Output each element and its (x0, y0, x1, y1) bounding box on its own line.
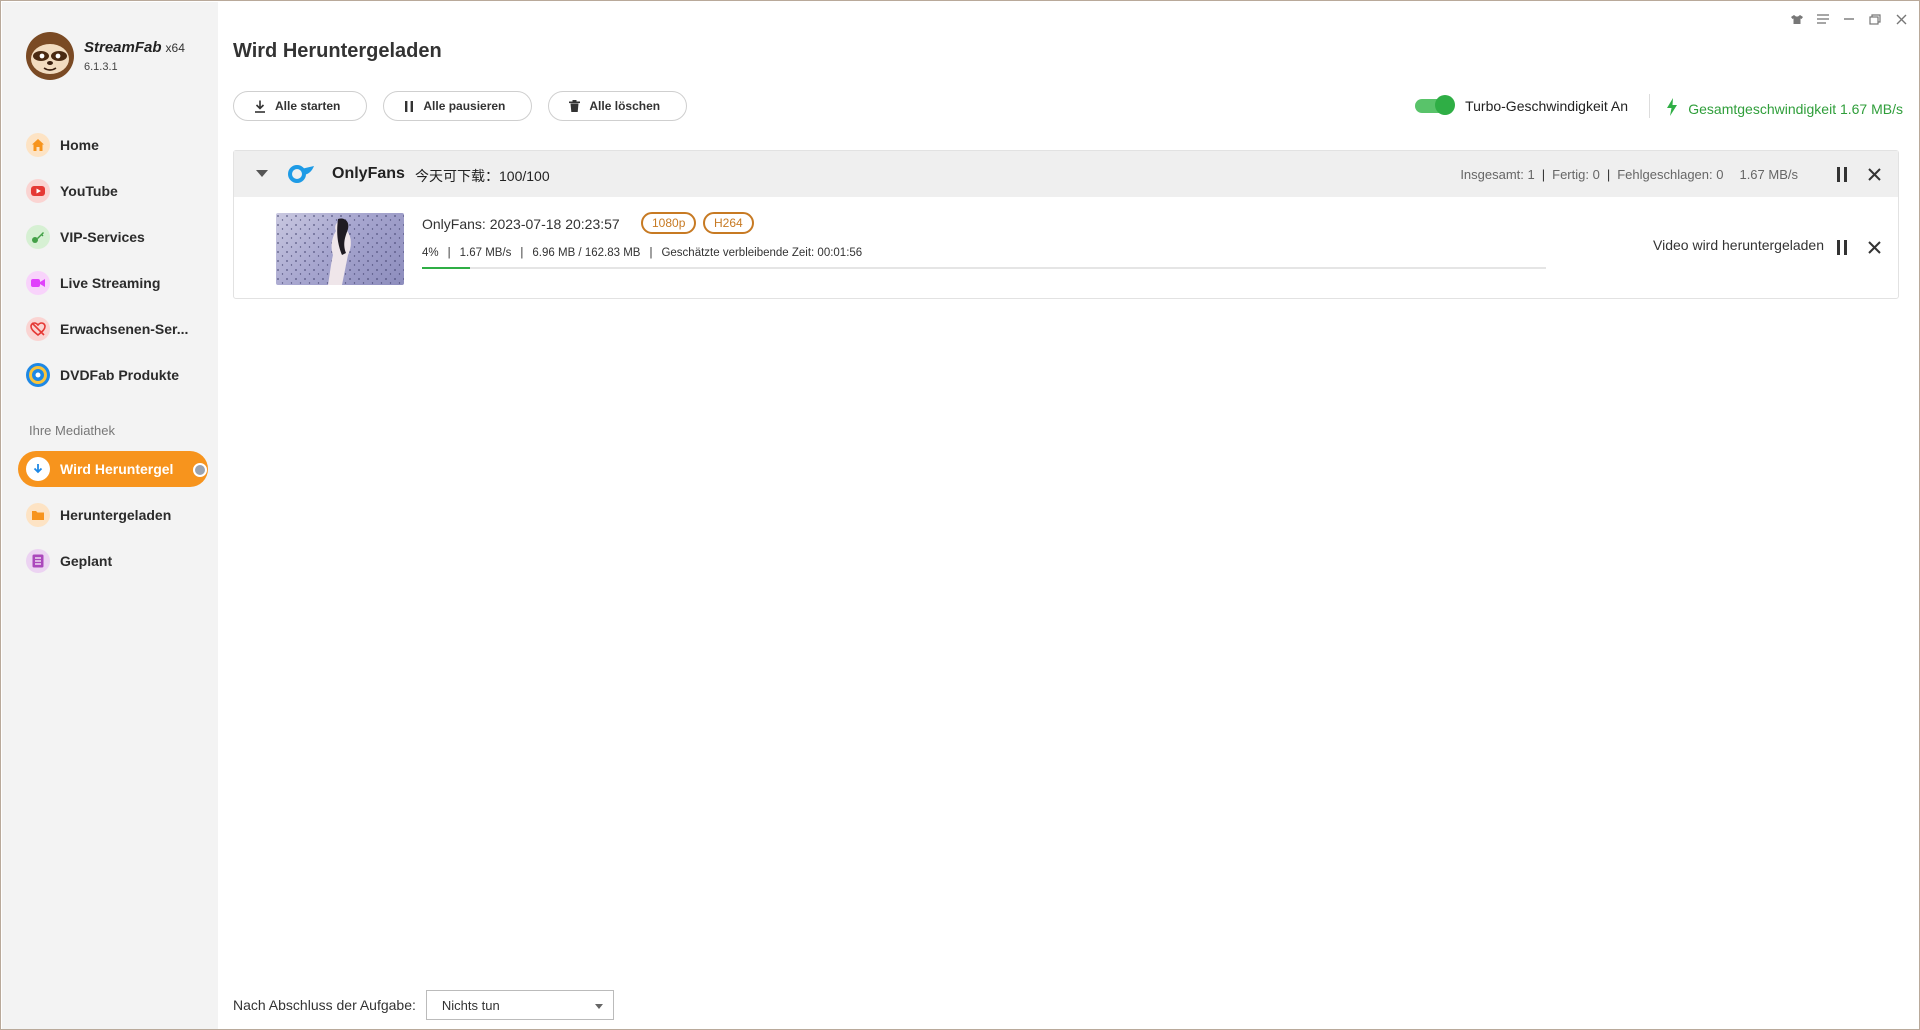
download-item: OnlyFans: 2023-07-18 20:23:57 1080p H264… (234, 197, 1898, 300)
dvdfab-icon (26, 363, 50, 387)
codec-badge: H264 (703, 212, 754, 234)
sidebar-item-youtube[interactable]: YouTube (18, 173, 208, 209)
meta-separator: | (649, 247, 653, 259)
meta-separator: | (520, 247, 524, 259)
group-stats: Insgesamt: 1 | Fertig: 0 | Fehlgeschlage… (1460, 167, 1798, 182)
divider (1649, 94, 1650, 118)
item-eta: Geschätzte verbleibende Zeit: 00:01:56 (661, 247, 863, 259)
sidebar-item-label: Geplant (60, 553, 113, 569)
item-speed: 1.67 MB/s (459, 247, 512, 259)
sidebar-item-downloading[interactable]: Wird Heruntergel (18, 451, 208, 487)
sidebar-item-label: Wird Heruntergel (60, 461, 174, 477)
stat-total: Insgesamt: 1 (1460, 167, 1535, 182)
pause-all-button[interactable]: Alle pausieren (383, 91, 533, 121)
delete-all-label: Alle löschen (589, 99, 661, 113)
meta-separator: | (447, 247, 451, 259)
library-section-label: Ihre Mediathek (29, 423, 115, 438)
sidebar-nav: Home YouTube VIP-Services Live Streaming (18, 127, 208, 403)
sidebar-item-label: Heruntergeladen (60, 507, 172, 523)
sidebar-item-adult-services[interactable]: Erwachsenen-Ser... (18, 311, 208, 347)
download-icon (26, 457, 50, 481)
video-thumbnail (276, 213, 404, 285)
list-icon (26, 549, 50, 573)
sidebar-item-label: DVDFab Produkte (60, 367, 180, 383)
collapse-caret-icon[interactable] (256, 170, 268, 177)
total-speed: Gesamtgeschwindigkeit 1.67 MB/s (1666, 98, 1903, 119)
app-version: 6.1.3.1 (84, 61, 118, 73)
sidebar-item-label: VIP-Services (60, 229, 145, 245)
sidebar-item-live-streaming[interactable]: Live Streaming (18, 265, 208, 301)
mouse-cursor-indicator (193, 463, 207, 477)
delete-all-button[interactable]: Alle löschen (548, 91, 688, 121)
sidebar-item-label: Live Streaming (60, 275, 161, 291)
sidebar-item-scheduled[interactable]: Geplant (18, 543, 208, 579)
camera-icon (26, 271, 50, 295)
main-content: Wird Heruntergeladen Alle starten Alle p… (219, 2, 1918, 1028)
pause-all-label: Alle pausieren (423, 99, 506, 113)
progress-fill (422, 267, 471, 269)
turbo-label: Turbo-Geschwindigkeit An (1465, 98, 1628, 114)
after-task-label: Nach Abschluss der Aufgabe: (233, 997, 416, 1013)
key-icon (26, 225, 50, 249)
sidebar-item-label: Home (60, 137, 99, 153)
group-pause-button[interactable] (1834, 166, 1850, 182)
stat-separator: | (1606, 167, 1611, 182)
streamfab-logo-icon (26, 32, 74, 80)
item-close-button[interactable] (1866, 239, 1882, 255)
onlyfans-logo-icon (288, 163, 314, 188)
group-close-button[interactable] (1866, 166, 1882, 182)
after-task-select[interactable]: Nichts tun (425, 990, 614, 1020)
page-title: Wird Heruntergeladen (233, 40, 442, 62)
close-icon (1867, 240, 1881, 254)
sidebar-item-label: Erwachsenen-Ser... (60, 321, 189, 337)
service-quota: 今天可下载：100/100 (415, 168, 550, 184)
pause-icon (404, 100, 414, 112)
app-arch: x64 (165, 41, 185, 55)
start-all-button[interactable]: Alle starten (233, 91, 368, 121)
adult-icon (26, 317, 50, 341)
progress-percent: 4% (422, 247, 439, 259)
after-task-value: Nichts tun (441, 997, 500, 1013)
group-header: OnlyFans 今天可下载：100/100 Insgesamt: 1 | Fe… (234, 151, 1898, 197)
lightning-icon (1666, 98, 1678, 119)
download-group: OnlyFans 今天可下载：100/100 Insgesamt: 1 | Fe… (233, 150, 1899, 299)
toolbar: Alle starten Alle pausieren Alle löschen (233, 91, 688, 121)
start-all-label: Alle starten (275, 99, 341, 113)
sidebar-item-vip-services[interactable]: VIP-Services (18, 219, 208, 255)
progress-bar (422, 267, 1546, 269)
chevron-down-icon (594, 1004, 603, 1009)
folder-icon (26, 503, 50, 527)
item-status: Video wird heruntergeladen (1653, 237, 1824, 253)
pause-icon (1837, 166, 1847, 182)
app-window: StreamFab x64 6.1.3.1 Home YouTube VIP-S… (0, 0, 1920, 1030)
home-icon (26, 133, 50, 157)
item-title: OnlyFans: 2023-07-18 20:23:57 (422, 216, 620, 232)
item-pause-button[interactable] (1834, 239, 1850, 255)
close-icon (1867, 167, 1881, 181)
turbo-toggle[interactable] (1415, 95, 1456, 115)
sidebar-item-label: YouTube (60, 183, 118, 199)
resolution-badge: 1080p (641, 212, 697, 234)
item-size: 6.96 MB / 162.83 MB (532, 247, 641, 259)
download-icon (254, 100, 266, 113)
sidebar-item-home[interactable]: Home (18, 127, 208, 163)
youtube-icon (26, 179, 50, 203)
service-name: OnlyFans (332, 165, 405, 182)
sidebar-item-downloaded[interactable]: Heruntergeladen (18, 497, 208, 533)
app-name: StreamFab (84, 39, 162, 56)
item-meta: 4% | 1.67 MB/s | 6.96 MB / 162.83 MB | G… (422, 247, 862, 259)
sidebar-item-dvdfab[interactable]: DVDFab Produkte (18, 357, 208, 393)
footer: Nach Abschluss der Aufgabe: Nichts tun (233, 990, 614, 1020)
stat-speed: 1.67 MB/s (1739, 167, 1798, 182)
total-speed-label: Gesamtgeschwindigkeit 1.67 MB/s (1688, 100, 1903, 117)
brand: StreamFab x64 6.1.3.1 (24, 30, 185, 82)
turbo-toggle-group: Turbo-Geschwindigkeit An (1415, 95, 1628, 115)
stat-separator: | (1541, 167, 1546, 182)
sidebar: StreamFab x64 6.1.3.1 Home YouTube VIP-S… (2, 2, 218, 1029)
trash-icon (569, 100, 581, 112)
stat-failed: Fehlgeschlagen: 0 (1617, 167, 1724, 182)
library-nav: Wird Heruntergel Heruntergeladen Geplant (18, 451, 208, 589)
stat-done: Fertig: 0 (1552, 167, 1600, 182)
pause-icon (1837, 239, 1847, 255)
